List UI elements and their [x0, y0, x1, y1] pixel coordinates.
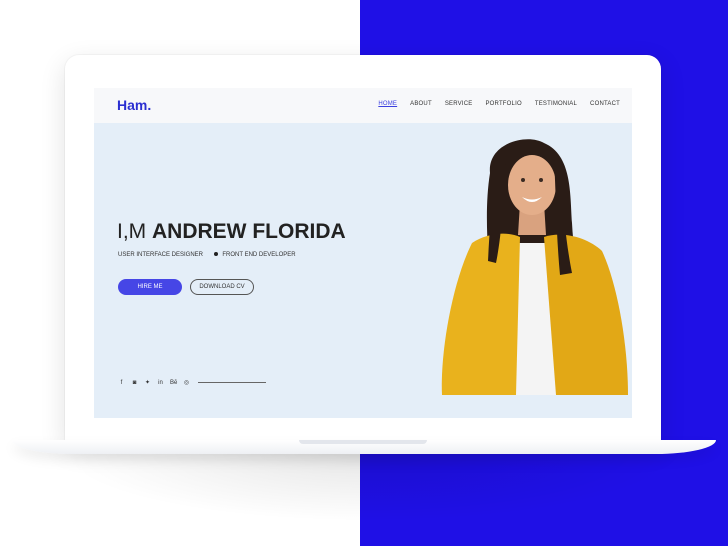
- nav-item-about[interactable]: ABOUT: [410, 101, 432, 107]
- download-cv-button[interactable]: DOWNLOAD CV: [190, 279, 254, 295]
- social-divider-line: [198, 382, 266, 383]
- hero-headline: I,M ANDREW FLORIDA: [117, 220, 346, 244]
- main-nav: HOME ABOUT SERVICE PORTFOLIO TESTIMONIAL…: [365, 101, 620, 107]
- laptop-notch: [299, 440, 427, 444]
- nav-item-contact[interactable]: CONTACT: [590, 101, 620, 107]
- site-logo[interactable]: Ham.: [117, 97, 151, 113]
- twitter-icon[interactable]: ✦: [144, 379, 151, 386]
- behance-icon[interactable]: Bē: [170, 380, 177, 386]
- nav-item-testimonial[interactable]: TESTIMONIAL: [535, 101, 577, 107]
- facebook-icon[interactable]: f: [118, 380, 125, 386]
- site-header: Ham. HOME ABOUT SERVICE PORTFOLIO TESTIM…: [94, 88, 632, 123]
- nav-item-service[interactable]: SERVICE: [445, 101, 473, 107]
- role-designer: USER INTERFACE DESIGNER: [118, 252, 204, 258]
- dribbble-icon[interactable]: ◎: [183, 379, 190, 386]
- laptop-screen: Ham. HOME ABOUT SERVICE PORTFOLIO TESTIM…: [94, 88, 632, 418]
- nav-item-portfolio[interactable]: PORTFOLIO: [485, 101, 521, 107]
- headline-prefix: I,M: [117, 220, 147, 243]
- hero-section: I,M ANDREW FLORIDA USER INTERFACE DESIGN…: [94, 123, 632, 418]
- instagram-icon[interactable]: ◙: [131, 380, 138, 386]
- portrait-image: [441, 139, 628, 395]
- laptop-shadow: [60, 452, 680, 522]
- linkedin-icon[interactable]: in: [157, 380, 164, 386]
- headline-name: ANDREW FLORIDA: [152, 220, 346, 243]
- hero-roles: USER INTERFACE DESIGNER FRONT END DEVELO…: [118, 252, 296, 258]
- nav-item-home[interactable]: HOME: [378, 101, 397, 107]
- hire-me-button[interactable]: HIRE ME: [118, 279, 182, 295]
- role-developer: FRONT END DEVELOPER: [222, 252, 296, 258]
- bullet-dot: [213, 252, 218, 257]
- social-links: f ◙ ✦ in Bē ◎: [118, 379, 266, 386]
